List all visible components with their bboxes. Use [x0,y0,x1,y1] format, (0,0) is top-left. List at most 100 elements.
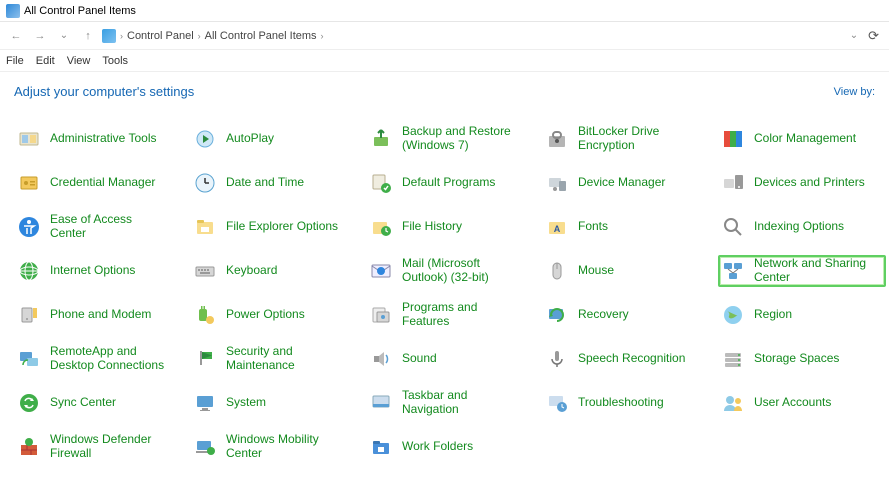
indexing-icon [720,214,746,240]
cpl-item-label: Keyboard [226,264,277,278]
cpl-item-label: Recovery [578,308,629,322]
cpl-item-fonts[interactable]: A Fonts [542,211,710,243]
chevron-icon: › [120,31,123,41]
cpl-item-taskbar[interactable]: Taskbar and Navigation [366,387,534,419]
cpl-item-internet[interactable]: Internet Options [14,255,182,287]
cpl-item-label: Storage Spaces [754,352,839,366]
cpl-item-label: Speech Recognition [578,352,685,366]
breadcrumb-item[interactable]: Control Panel [127,30,194,42]
cpl-item-mail[interactable]: Mail (Microsoft Outlook) (32-bit) [366,255,534,287]
cpl-item-label: AutoPlay [226,132,274,146]
cpl-item-credential[interactable]: Credential Manager [14,167,182,199]
cpl-item-explorer[interactable]: File Explorer Options [190,211,358,243]
cpl-item-troubleshoot[interactable]: Troubleshooting [542,387,710,419]
cpl-item-power[interactable]: Power Options [190,299,358,331]
cpl-item-ease[interactable]: Ease of Access Center [14,211,182,243]
cpl-item-color[interactable]: Color Management [718,123,886,155]
cpl-item-label: Mail (Microsoft Outlook) (32-bit) [402,257,522,285]
cpl-item-users[interactable]: User Accounts [718,387,886,419]
admin-icon [16,126,42,152]
cpl-item-label: Windows Mobility Center [226,433,346,461]
address-dropdown[interactable]: ⌄ [850,30,858,41]
cpl-item-label: System [226,396,266,410]
menu-view[interactable]: View [67,55,91,67]
cpl-item-devices[interactable]: Devices and Printers [718,167,886,199]
programs-icon [368,302,394,328]
cpl-item-firewall[interactable]: Windows Defender Firewall [14,431,182,463]
recovery-icon [544,302,570,328]
backup-icon [368,126,394,152]
cpl-item-label: Network and Sharing Center [754,257,874,285]
cpl-item-backup[interactable]: Backup and Restore (Windows 7) [366,123,534,155]
location-icon [102,29,116,43]
cpl-item-phone[interactable]: Phone and Modem [14,299,182,331]
nav-row: ← → ⌄ ↑ › Control Panel › All Control Pa… [0,22,889,50]
power-icon [192,302,218,328]
svg-text:A: A [554,224,561,234]
cpl-item-label: Fonts [578,220,608,234]
cpl-item-label: Taskbar and Navigation [402,389,522,417]
window-title: All Control Panel Items [24,5,136,17]
cpl-item-security[interactable]: Security and Maintenance [190,343,358,375]
cpl-item-network[interactable]: Network and Sharing Center [718,255,886,287]
cpl-item-keyboard[interactable]: Keyboard [190,255,358,287]
cpl-item-system[interactable]: System [190,387,358,419]
breadcrumb-item[interactable]: All Control Panel Items [205,30,317,42]
workfolders-icon [368,434,394,460]
cpl-item-devicemgr[interactable]: Device Manager [542,167,710,199]
cpl-item-mobility[interactable]: Windows Mobility Center [190,431,358,463]
cpl-item-label: Region [754,308,792,322]
security-icon [192,346,218,372]
cpl-item-label: RemoteApp and Desktop Connections [50,345,170,373]
cpl-item-datetime[interactable]: Date and Time [190,167,358,199]
cpl-item-label: Ease of Access Center [50,213,170,241]
cpl-item-sound[interactable]: Sound [366,343,534,375]
menu-edit[interactable]: Edit [36,55,55,67]
cpl-item-label: Credential Manager [50,176,155,190]
cpl-item-storage[interactable]: Storage Spaces [718,343,886,375]
internet-icon [16,258,42,284]
cpl-item-programs[interactable]: Programs and Features [366,299,534,331]
cpl-item-sync[interactable]: Sync Center [14,387,182,419]
cpl-item-label: Default Programs [402,176,495,190]
content-area: Adjust your computer's settings View by:… [0,72,889,475]
breadcrumb[interactable]: › Control Panel › All Control Panel Item… [120,30,846,42]
cpl-item-speech[interactable]: Speech Recognition [542,343,710,375]
menu-file[interactable]: File [6,55,24,67]
cpl-item-recovery[interactable]: Recovery [542,299,710,331]
back-button[interactable]: ← [6,26,26,46]
credential-icon [16,170,42,196]
cpl-item-workfolders[interactable]: Work Folders [366,431,534,463]
cpl-item-label: Phone and Modem [50,308,151,322]
sound-icon [368,346,394,372]
keyboard-icon [192,258,218,284]
cpl-item-label: Internet Options [50,264,135,278]
cpl-item-mouse[interactable]: Mouse [542,255,710,287]
cpl-item-region[interactable]: Region [718,299,886,331]
users-icon [720,390,746,416]
forward-button[interactable]: → [30,26,50,46]
cpl-item-bitlocker[interactable]: BitLocker Drive Encryption [542,123,710,155]
refresh-button[interactable]: ⟳ [868,28,879,44]
menu-tools[interactable]: Tools [102,55,128,67]
datetime-icon [192,170,218,196]
cpl-item-label: Power Options [226,308,305,322]
autoplay-icon [192,126,218,152]
cpl-item-label: Date and Time [226,176,304,190]
cpl-item-defaults[interactable]: Default Programs [366,167,534,199]
cpl-item-label: File History [402,220,462,234]
cpl-item-autoplay[interactable]: AutoPlay [190,123,358,155]
cpl-item-label: Color Management [754,132,856,146]
cpl-item-filehist[interactable]: File History [366,211,534,243]
cpl-item-admin[interactable]: Administrative Tools [14,123,182,155]
cpl-item-label: Programs and Features [402,301,522,329]
remote-icon [16,346,42,372]
cpl-item-remote[interactable]: RemoteApp and Desktop Connections [14,343,182,375]
history-dropdown[interactable]: ⌄ [54,26,74,46]
phone-icon [16,302,42,328]
view-by-label[interactable]: View by: [834,86,875,98]
troubleshoot-icon [544,390,570,416]
cpl-item-indexing[interactable]: Indexing Options [718,211,886,243]
up-button[interactable]: ↑ [78,26,98,46]
devicemgr-icon [544,170,570,196]
